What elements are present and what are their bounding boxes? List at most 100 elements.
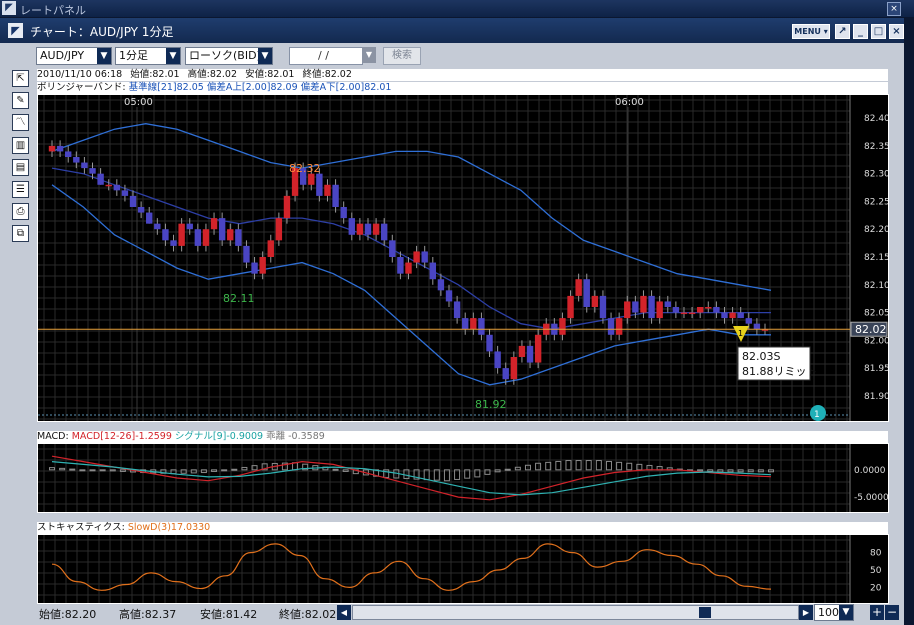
price-tick-label: 82.35 <box>864 142 889 152</box>
candle-body <box>721 312 728 319</box>
candle-body <box>526 345 534 363</box>
zoom-select[interactable]: 100 ▼ <box>814 604 854 621</box>
pen-tool-icon[interactable]: ✎ <box>12 92 29 109</box>
menu-label: MENU <box>794 27 821 36</box>
candle-body <box>664 301 671 307</box>
candle-body <box>56 145 64 152</box>
candle-body <box>453 301 461 319</box>
minimize-button[interactable]: _ <box>853 24 868 39</box>
candle-body <box>599 295 607 319</box>
copy-icon[interactable]: ⧉ <box>12 225 29 242</box>
outer-title-bar: ◤ レートパネル × <box>0 0 914 17</box>
outer-close-icon[interactable]: × <box>887 2 901 16</box>
candle-body <box>494 351 501 369</box>
chevron-down-icon: ▼ <box>839 605 853 620</box>
candle-body <box>624 301 631 319</box>
layout-tool-icon[interactable]: ▤ <box>12 159 29 176</box>
stoch-info-bar: ストキャスティクス: SlowD(3)17.0330 <box>37 522 888 534</box>
print-icon[interactable]: ⎙ <box>12 203 29 220</box>
stoch-axis-area <box>850 535 888 603</box>
candle-body <box>567 295 574 319</box>
candle-body <box>356 223 364 235</box>
macd-histogram-bar <box>565 460 572 471</box>
price-tick-label: 82.15 <box>864 253 889 263</box>
window-title-bar[interactable]: ◤ チャート：AUD/JPY 1分足 MENU ▾ ↗ _ □ × <box>0 18 904 43</box>
chart-scrollbar[interactable] <box>352 605 799 620</box>
macd-histogram-bar <box>595 460 602 471</box>
indicator-tool-icon[interactable]: 〽 <box>12 114 29 131</box>
price-tick-label: 81.95 <box>864 364 889 374</box>
date-dropdown-icon[interactable]: ▼ <box>362 47 376 63</box>
candle-body <box>445 290 453 302</box>
macd-histogram-bar <box>89 469 96 472</box>
candle-body <box>429 262 437 280</box>
settings-tool-icon[interactable]: ☰ <box>12 181 29 198</box>
bollinger-lower: 偏差A下[2.00]82.01 <box>300 82 392 93</box>
bollinger-mid-line <box>51 167 771 330</box>
order-flag-number: 1 <box>738 329 743 338</box>
candle-body <box>218 218 226 241</box>
macd-histogram-bar <box>79 469 86 472</box>
high-price-marker: 82.32 <box>289 162 321 175</box>
candle-body <box>688 312 696 315</box>
app-logo-icon: ◤ <box>2 1 16 15</box>
date-input[interactable]: / / <box>289 47 363 65</box>
window-title: チャート：AUD/JPY 1分足 <box>30 25 174 39</box>
price-chart[interactable]: 82.40 82.35 82.30 82.25 82.20 82.15 82.10 82.05… <box>37 94 889 422</box>
price-tick-label: 82.30 <box>864 170 889 180</box>
menu-button[interactable]: MENU ▾ <box>792 24 830 39</box>
candle-body <box>713 307 720 313</box>
candle-body <box>186 223 193 230</box>
macd-signal: シグナル[9]-0.9009 <box>174 431 264 442</box>
candle-body <box>194 229 202 246</box>
candle-body <box>210 218 218 230</box>
macd-histogram-bar <box>221 469 228 472</box>
candle-body <box>559 318 566 335</box>
chart-window-icon: ◤ <box>8 23 23 38</box>
scroll-right-button[interactable]: ▶ <box>799 605 813 620</box>
info-open: 始値:82.01 <box>130 69 180 80</box>
macd-histogram-bar <box>605 460 612 471</box>
candle-body <box>89 168 96 174</box>
zoom-out-button[interactable]: − <box>885 605 899 620</box>
bollinger-label: ボリンジャーバンド: <box>37 82 126 93</box>
candle-body <box>65 151 72 157</box>
detach-button[interactable]: ↗ <box>835 24 850 39</box>
info-datetime: 2010/11/10 06:18 <box>37 69 123 80</box>
scroll-left-button[interactable]: ◀ <box>337 605 351 620</box>
candle-body <box>591 295 599 307</box>
bollinger-mid: 基準線[21]82.05 <box>128 82 204 93</box>
ohlc-info-bar: 2010/11/10 06:18 始値:82.01 高値:82.02 安値:82… <box>37 69 888 81</box>
maximize-button[interactable]: □ <box>871 24 886 39</box>
cursor-tool-icon[interactable]: ⇱ <box>12 70 29 87</box>
candle-body <box>227 229 234 241</box>
bottom-bar: 始値:82.20 高値:82.37 安値:81.42 終値:82.02 ◀ ▶ … <box>37 604 899 621</box>
chart-type-select[interactable]: ローソク(BID) ▼ <box>185 47 273 65</box>
bar-tool-icon[interactable]: ▥ <box>12 137 29 154</box>
macd-chart[interactable]: 0.0000 -5.0000 <box>37 443 889 513</box>
signal-line <box>51 461 772 496</box>
candle-body <box>259 257 266 274</box>
low-price-marker: 82.11 <box>223 292 255 305</box>
candle-body <box>81 162 88 169</box>
search-button[interactable]: 検索 <box>383 47 421 65</box>
zoom-in-button[interactable]: + <box>870 605 884 620</box>
candle-body <box>502 368 509 380</box>
stoch-label: ストキャスティクス: <box>37 522 125 533</box>
timeframe-select[interactable]: 1分足 ▼ <box>115 47 181 65</box>
bottom-low: 安値:81.42 <box>200 608 258 621</box>
candle-body <box>583 279 590 307</box>
stoch-chart[interactable]: 80 50 20 <box>37 534 889 604</box>
macd-histogram-bar <box>585 460 592 471</box>
bottom-close: 終値:82.02 <box>279 608 337 621</box>
candle-body <box>672 307 680 313</box>
stoch-value: SlowD(3)17.0330 <box>127 522 211 533</box>
macd-tick-label: 0.0000 <box>854 466 886 476</box>
bottom-open: 始値:82.20 <box>39 608 97 621</box>
candle-body <box>121 190 129 196</box>
close-button[interactable]: × <box>889 24 904 39</box>
macd-info-bar: MACD: MACD[12-26]-1.2599 シグナル[9]-0.9009 … <box>37 431 888 443</box>
stoch-tick-label: 80 <box>870 549 882 559</box>
pair-select[interactable]: AUD/JPY ▼ <box>36 47 112 65</box>
scrollbar-thumb[interactable] <box>699 607 711 618</box>
